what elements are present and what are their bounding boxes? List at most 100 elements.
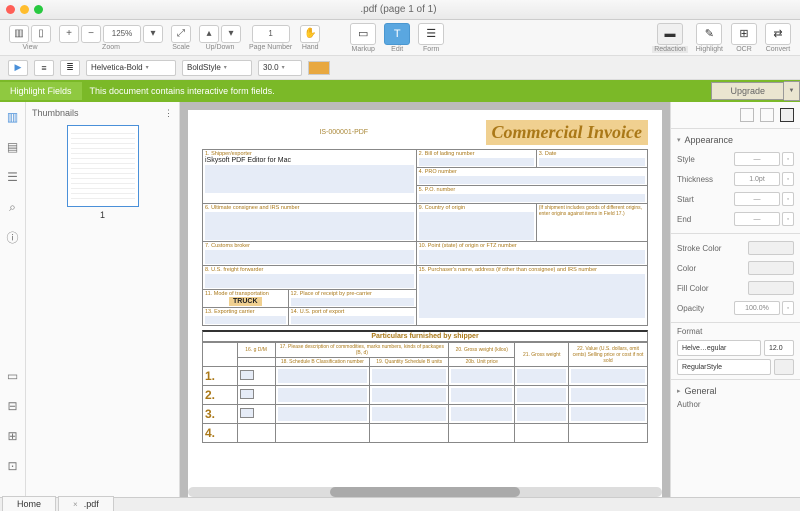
zoom-label: Zoom: [102, 44, 120, 51]
markup-button[interactable]: ▭: [350, 23, 376, 45]
view-thumbnails-button[interactable]: ▥: [9, 25, 29, 43]
form-button[interactable]: ☰: [418, 23, 444, 45]
bookmarks-icon[interactable]: ▤: [6, 140, 20, 154]
edit-button[interactable]: T: [384, 23, 410, 45]
horizontal-scrollbar[interactable]: [188, 487, 662, 497]
upgrade-button[interactable]: Upgrade: [711, 82, 784, 100]
field-carrier[interactable]: [205, 316, 286, 324]
start-control[interactable]: —: [734, 192, 780, 206]
style-stepper[interactable]: ◦: [782, 152, 794, 166]
format-style-select[interactable]: RegularStyle: [677, 359, 771, 375]
opacity-stepper[interactable]: ◦: [782, 301, 794, 315]
field-pro[interactable]: [419, 176, 645, 184]
item-check-3[interactable]: [240, 408, 254, 418]
redaction-label: Redaction: [652, 46, 688, 53]
highlight-fields-button[interactable]: Highlight Fields: [0, 82, 82, 100]
thumbnails-panel: Thumbnails⋮ 1: [26, 102, 180, 497]
end-control[interactable]: —: [734, 212, 780, 226]
transport-mode[interactable]: TRUCK: [229, 297, 262, 306]
updown-label: Up/Down: [206, 44, 235, 51]
start-stepper[interactable]: ◦: [782, 192, 794, 206]
redaction-button[interactable]: ▬: [657, 23, 683, 45]
thickness-stepper[interactable]: ◦: [782, 172, 794, 186]
page-thumbnail-1[interactable]: [67, 125, 139, 207]
thumbnails-icon[interactable]: ▥: [6, 110, 20, 124]
tool-d-icon[interactable]: ⊡: [6, 459, 20, 473]
pdf-page[interactable]: IS-000001-PDF Commercial Invoice 1. Ship…: [188, 110, 662, 497]
tool-b-icon[interactable]: ⊟: [6, 399, 20, 413]
field-receipt[interactable]: [291, 298, 414, 306]
color-swatch[interactable]: [748, 261, 794, 275]
field-forwarder[interactable]: [205, 274, 414, 288]
field-port[interactable]: [291, 316, 414, 324]
zoom-window-icon[interactable]: [34, 5, 43, 14]
close-tab-icon[interactable]: ×: [73, 500, 78, 509]
stroke-color-swatch[interactable]: [748, 241, 794, 255]
zoom-in-button[interactable]: +: [59, 25, 79, 43]
field-shipper[interactable]: [205, 165, 414, 193]
item-check-1[interactable]: [240, 370, 254, 380]
hand-tool-button[interactable]: ✋: [300, 25, 320, 43]
page-number-input[interactable]: 1: [252, 25, 290, 43]
tool-c-icon[interactable]: ⊞: [6, 429, 20, 443]
field-consignee[interactable]: [205, 212, 414, 240]
outline-icon[interactable]: ☰: [6, 170, 20, 184]
tab-home[interactable]: Home: [2, 496, 56, 511]
format-font-select[interactable]: Helve…egular: [677, 340, 761, 356]
form-label: Form: [423, 46, 439, 53]
scale-button[interactable]: ⤢: [171, 25, 191, 43]
main-toolbar: ▥ ▯ View + − 125% ▾ Zoom ⤢ Scale ▴ ▾ Up/…: [0, 20, 800, 56]
convert-label: Convert: [766, 46, 791, 53]
markup-label: Markup: [352, 46, 375, 53]
appearance-section[interactable]: Appearance: [677, 135, 794, 145]
panel-view-1-icon[interactable]: [740, 108, 754, 122]
ocr-label: OCR: [736, 46, 752, 53]
search-icon[interactable]: ⌕: [6, 200, 20, 214]
page-down-button[interactable]: ▾: [221, 25, 241, 43]
minimize-window-icon[interactable]: [20, 5, 29, 14]
opacity-value[interactable]: 100.0%: [734, 301, 780, 315]
color-swatch[interactable]: [308, 61, 330, 75]
zoom-dropdown[interactable]: ▾: [143, 25, 163, 43]
fill-color-swatch[interactable]: [748, 281, 794, 295]
page-up-button[interactable]: ▴: [199, 25, 219, 43]
info-icon[interactable]: ⓘ: [6, 230, 20, 244]
highlight-button[interactable]: ✎: [696, 23, 722, 45]
particulars-header: Particulars furnished by shipper: [202, 330, 648, 342]
thickness-value[interactable]: 1.0pt: [734, 172, 780, 186]
panel-view-3-icon[interactable]: [780, 108, 794, 122]
upgrade-dropdown[interactable]: ▼: [784, 81, 800, 101]
field-po[interactable]: [419, 194, 645, 202]
format-size-select[interactable]: 12.0: [764, 340, 794, 356]
zoom-value[interactable]: 125%: [103, 25, 141, 43]
view-label: View: [22, 44, 37, 51]
field-broker[interactable]: [205, 250, 414, 264]
format-color-swatch[interactable]: [774, 359, 794, 375]
convert-button[interactable]: ⇄: [765, 23, 791, 45]
close-window-icon[interactable]: [6, 5, 15, 14]
shipper-value[interactable]: iSkysoft PDF Editor for Mac: [205, 157, 291, 164]
font-style-select[interactable]: BoldStyle: [182, 60, 252, 76]
item-check-2[interactable]: [240, 389, 254, 399]
panel-view-2-icon[interactable]: [760, 108, 774, 122]
end-stepper[interactable]: ◦: [782, 212, 794, 226]
font-select[interactable]: Helvetica-Bold: [86, 60, 176, 76]
tool-a-icon[interactable]: ▭: [6, 369, 20, 383]
general-section[interactable]: General: [677, 386, 794, 396]
align-tool-2[interactable]: ≣: [60, 60, 80, 76]
font-size-select[interactable]: 30.0: [258, 60, 302, 76]
field-origin[interactable]: [419, 212, 534, 240]
zoom-out-button[interactable]: −: [81, 25, 101, 43]
thumbnails-menu-icon[interactable]: ⋮: [164, 108, 173, 119]
cursor-tool[interactable]: ▶: [8, 60, 28, 76]
align-tool-1[interactable]: ≡: [34, 60, 54, 76]
ocr-button[interactable]: ⊞: [731, 23, 757, 45]
view-single-button[interactable]: ▯: [31, 25, 51, 43]
style-control[interactable]: —: [734, 152, 780, 166]
field-bol[interactable]: [419, 158, 534, 166]
field-purchaser[interactable]: [419, 274, 645, 318]
field-date[interactable]: [539, 158, 645, 166]
tab-document[interactable]: ×.pdf: [58, 496, 114, 511]
form-banner: Highlight Fields This document contains …: [0, 80, 800, 102]
field-ftz[interactable]: [419, 250, 645, 264]
